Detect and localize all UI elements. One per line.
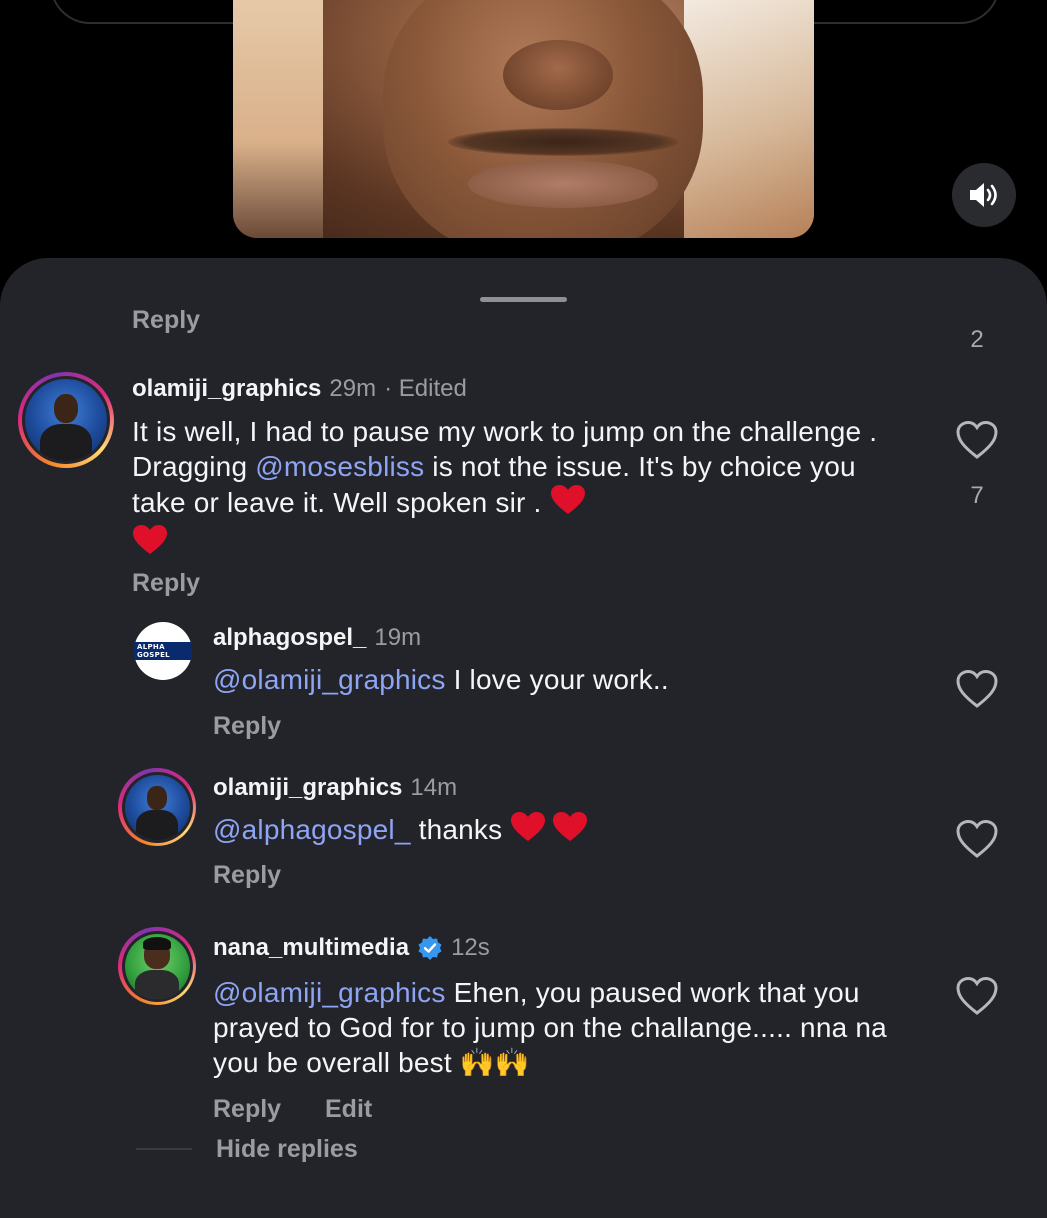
video-player[interactable] — [233, 0, 814, 238]
comment-like-count: 7 — [970, 482, 984, 509]
comment-header: olamiji_graphics 14m — [213, 773, 457, 803]
reply-button[interactable]: Reply — [213, 712, 281, 741]
comment-username[interactable]: olamiji_graphics — [132, 374, 321, 404]
comment-time: 19m — [374, 624, 422, 651]
comment-text: It is well, I had to pause my work to ju… — [132, 414, 907, 564]
reply-button[interactable]: Reply — [213, 861, 281, 890]
avatar-image — [25, 379, 107, 461]
red-heart-emoji — [132, 524, 168, 564]
comment-header: nana_multimedia 12s — [213, 933, 490, 963]
comment-header: olamiji_graphics 29m · Edited — [132, 374, 467, 404]
comment-text: @alphagospel_ thanks — [213, 811, 933, 851]
replies-divider — [136, 1148, 192, 1150]
comment-time: 12s — [451, 934, 490, 961]
mention-link[interactable]: @olamiji_graphics — [213, 977, 446, 1008]
video-background-right — [684, 0, 814, 238]
avatar-image — [124, 933, 190, 999]
hide-replies-button[interactable]: Hide replies — [216, 1135, 358, 1164]
comment-text: @olamiji_graphics I love your work.. — [213, 664, 669, 695]
heart-like-icon[interactable] — [955, 976, 999, 1016]
comment-time: 29m — [329, 375, 377, 402]
raising-hands-emoji: 🙌🙌 — [459, 1046, 530, 1079]
avatar[interactable] — [118, 768, 196, 846]
mention-link[interactable]: @olamiji_graphics — [213, 664, 446, 695]
reply-button[interactable]: Reply — [213, 1095, 281, 1124]
edit-button[interactable]: Edit — [325, 1095, 372, 1124]
previous-like-count: 2 — [970, 326, 984, 353]
reply-button[interactable]: Reply — [132, 569, 200, 598]
comment-text: @olamiji_graphics Ehen, you paused work … — [213, 977, 887, 1079]
video-face-moustache — [448, 128, 678, 156]
video-face-lips — [468, 160, 658, 208]
avatar-logo: ALPHA GOSPEL — [134, 642, 192, 660]
red-heart-emoji — [510, 811, 546, 851]
red-heart-emoji — [552, 811, 588, 851]
comment-edited-label: · Edited — [384, 375, 467, 402]
video-background-left — [233, 0, 323, 238]
video-face-nose — [503, 40, 613, 110]
heart-like-icon[interactable] — [955, 669, 999, 709]
mention-link[interactable]: @mosesbliss — [255, 451, 424, 482]
avatar[interactable] — [118, 927, 196, 1005]
mention-link[interactable]: @alphagospel_ — [213, 814, 411, 845]
comment-username[interactable]: alphagospel_ — [213, 623, 366, 653]
sheet-drag-handle[interactable] — [480, 297, 567, 302]
comment-username[interactable]: nana_multimedia — [213, 933, 409, 963]
speaker-volume-icon — [970, 183, 997, 207]
avatar[interactable]: ALPHA GOSPEL — [134, 622, 192, 680]
avatar-image — [124, 774, 190, 840]
previous-reply-link[interactable]: Reply — [132, 300, 200, 340]
red-heart-emoji — [550, 484, 586, 524]
comment-header: alphagospel_ 19m — [213, 623, 421, 653]
avatar[interactable] — [18, 372, 114, 468]
verified-badge-icon — [417, 935, 443, 961]
comment-username[interactable]: olamiji_graphics — [213, 773, 402, 803]
heart-like-icon[interactable] — [955, 819, 999, 859]
comment-time: 14m — [410, 774, 458, 801]
heart-like-icon[interactable] — [955, 420, 999, 460]
sound-toggle-button[interactable] — [952, 163, 1016, 227]
